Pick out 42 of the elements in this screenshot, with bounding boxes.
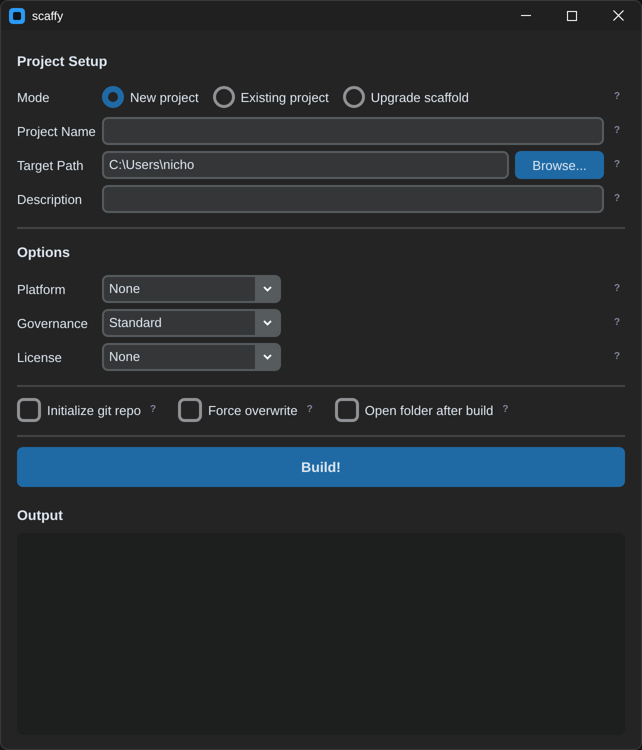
radio-option[interactable]: Existing project (212, 86, 329, 108)
checkbox-option[interactable]: Force overwrite (178, 398, 298, 422)
dropdown[interactable]: Standard (102, 309, 281, 337)
section-heading: Options (17, 244, 70, 260)
field-label: Mode (17, 90, 51, 104)
minimize-icon (521, 15, 531, 16)
dropdown[interactable]: None (102, 343, 281, 371)
checkbox-option[interactable]: Open folder after build (334, 398, 494, 422)
chevron-down-icon (262, 320, 272, 326)
field-label: Project Name (17, 124, 97, 138)
checkbox-option[interactable]: Initialize git repo (17, 398, 141, 422)
chevron-down-icon (262, 286, 272, 292)
field-label: Governance (17, 316, 89, 330)
help-hint[interactable]: ? (502, 404, 508, 416)
text-field[interactable] (102, 185, 604, 213)
close-icon (612, 10, 624, 21)
window-title: scaffy (32, 8, 64, 22)
field-label: Description (17, 192, 84, 206)
help-hint[interactable]: ? (614, 91, 620, 103)
field-label: Platform (17, 282, 66, 296)
build-button[interactable]: Build! (17, 447, 625, 487)
help-hint[interactable]: ? (614, 193, 620, 205)
help-hint[interactable]: ? (150, 404, 156, 416)
field-label: Target Path (17, 158, 84, 172)
browse-button[interactable]: Browse... (515, 151, 604, 179)
section-heading: Project Setup (17, 53, 108, 69)
help-hint[interactable]: ? (614, 159, 620, 171)
text-field[interactable]: C:\Users\nicho (102, 151, 509, 179)
radio-option[interactable]: Upgrade scaffold (342, 86, 469, 108)
chevron-down-icon (262, 354, 272, 360)
field-label: License (17, 350, 63, 364)
radio-option[interactable]: New project (102, 86, 199, 108)
help-hint[interactable]: ? (614, 351, 620, 363)
text-field[interactable] (102, 117, 604, 145)
help-hint[interactable]: ? (614, 317, 620, 329)
help-hint[interactable]: ? (306, 404, 313, 416)
app-icon (9, 8, 25, 24)
help-hint[interactable]: ? (614, 125, 620, 137)
section-heading: Output (17, 507, 63, 523)
maximize-icon (567, 10, 577, 20)
help-hint[interactable]: ? (614, 283, 620, 295)
dropdown[interactable]: None (102, 275, 281, 303)
